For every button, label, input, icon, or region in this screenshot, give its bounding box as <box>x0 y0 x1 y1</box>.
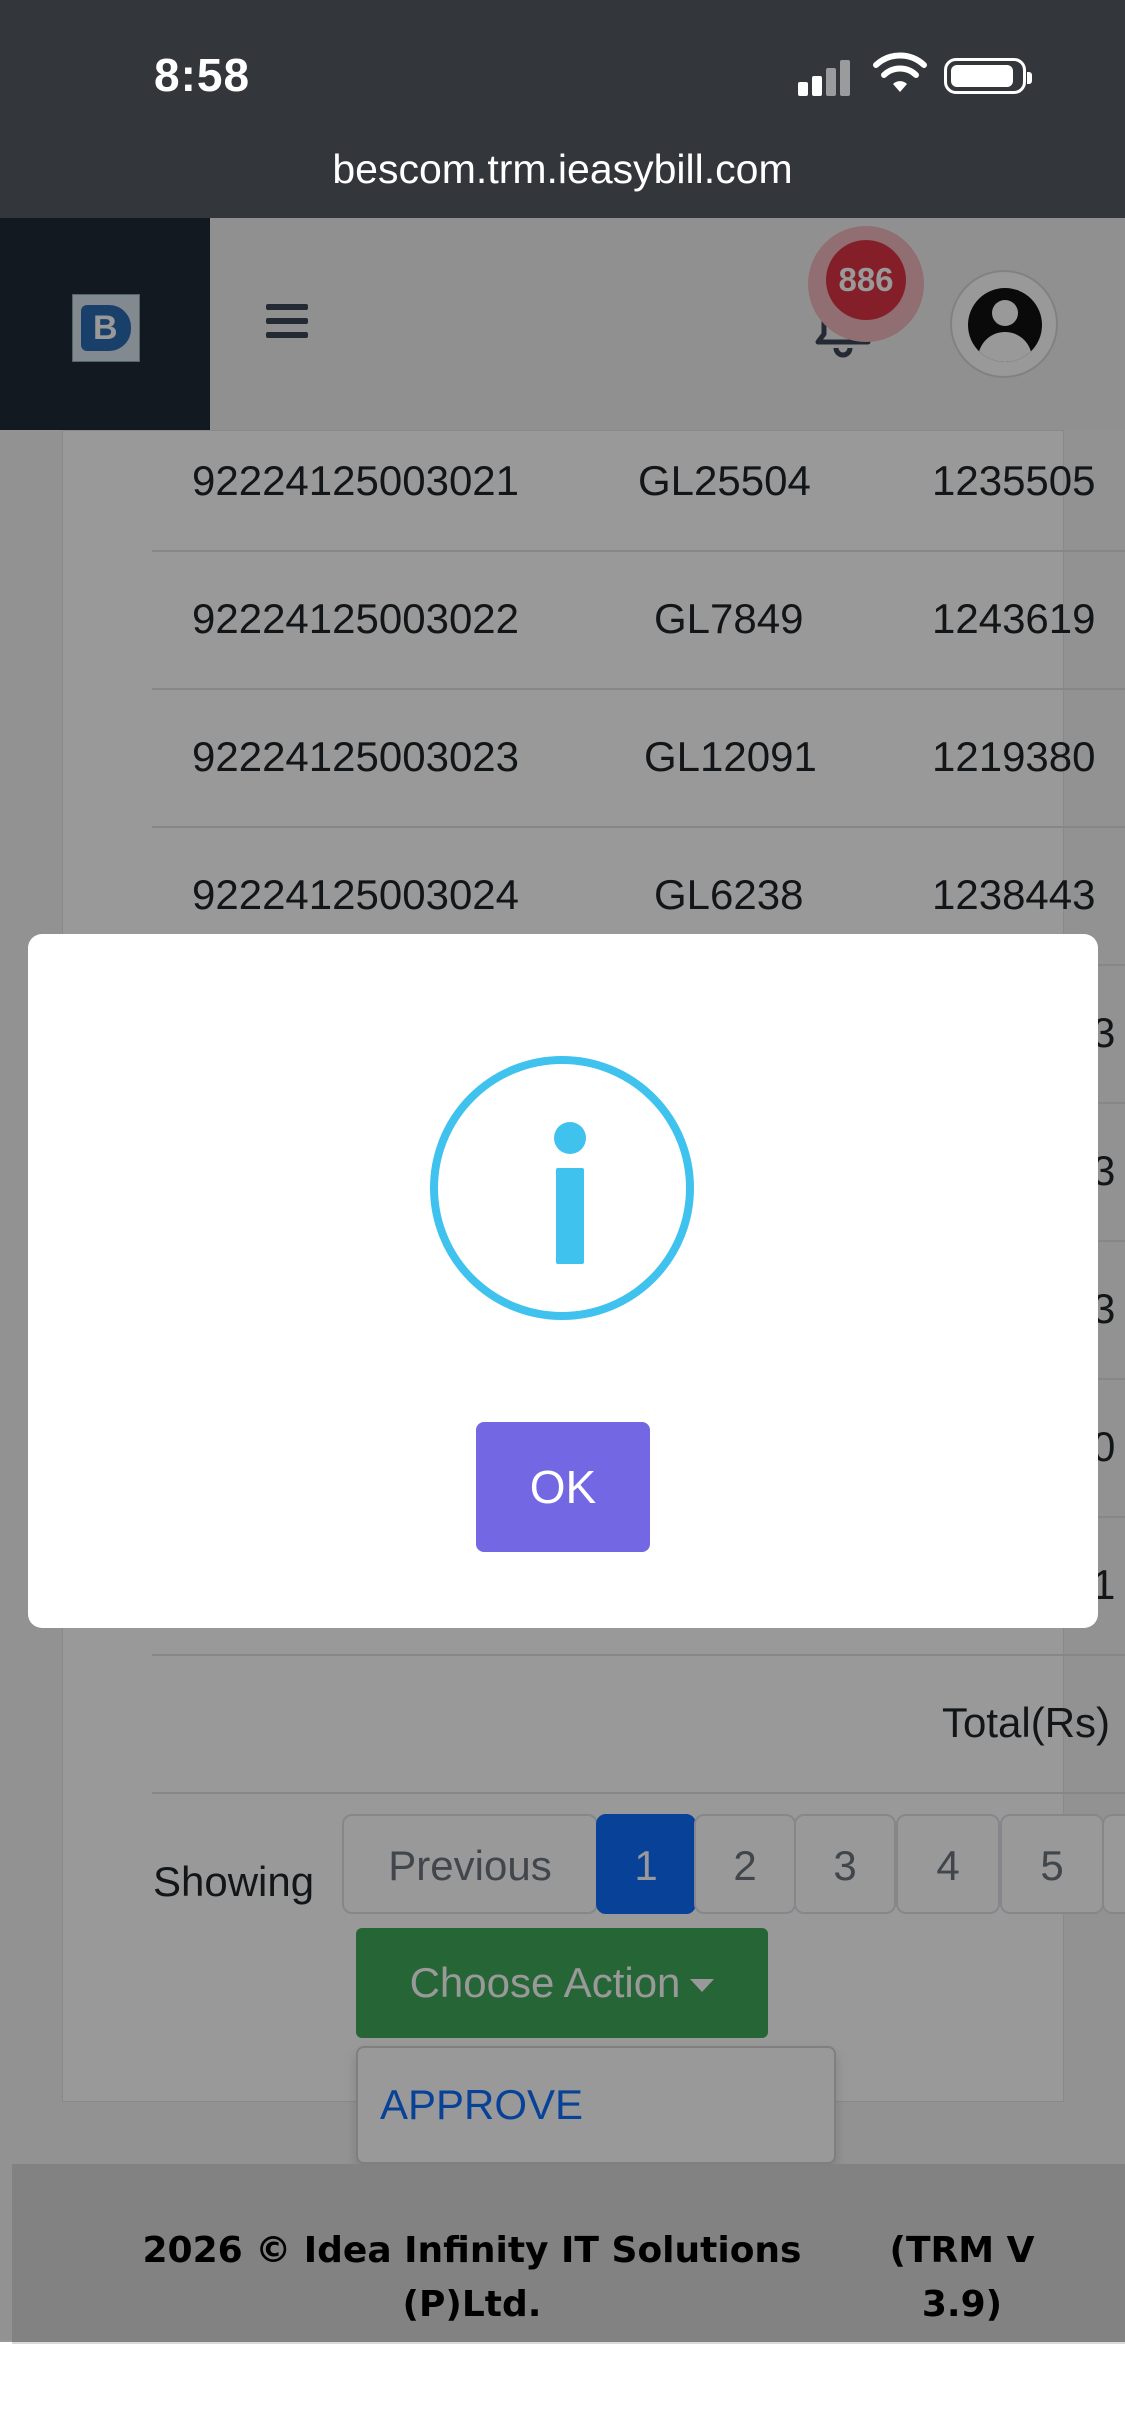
browser-status-bar: 8:58 bescom.trm.ieasybill.com <box>0 0 1125 218</box>
cellular-signal-icon <box>798 58 858 96</box>
ok-button[interactable]: OK <box>476 1422 650 1552</box>
wifi-icon <box>873 52 927 92</box>
battery-icon <box>944 58 1032 94</box>
info-icon <box>430 1056 694 1320</box>
clock: 8:58 <box>154 49 251 101</box>
address-bar[interactable]: bescom.trm.ieasybill.com <box>0 146 1125 193</box>
info-dialog: OK <box>28 934 1098 1628</box>
